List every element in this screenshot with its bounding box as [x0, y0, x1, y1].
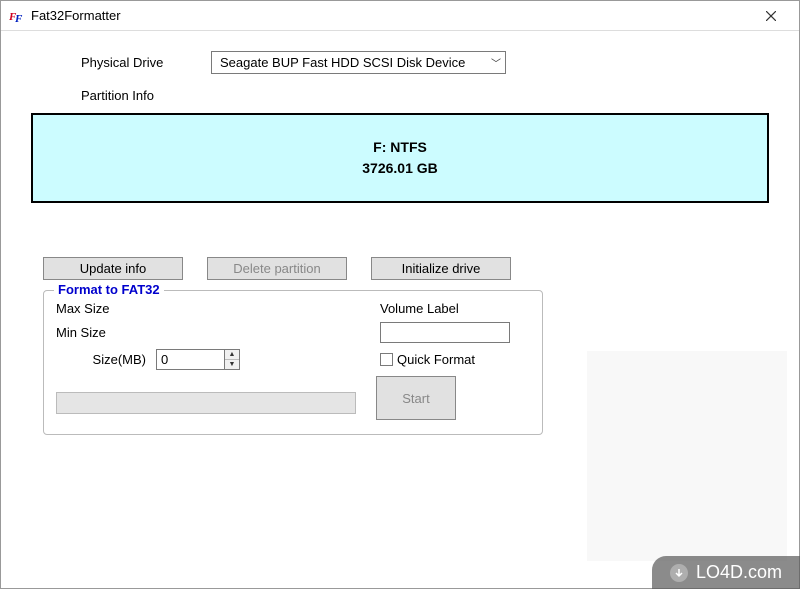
size-input[interactable] — [156, 349, 224, 370]
groupbox-title: Format to FAT32 — [54, 282, 164, 297]
chevron-down-icon: ﹀ — [491, 55, 501, 70]
volume-label-label: Volume Label — [380, 301, 530, 316]
physical-drive-label: Physical Drive — [81, 55, 211, 70]
window-title: Fat32Formatter — [31, 8, 751, 23]
dropdown-selected-text: Seagate BUP Fast HDD SCSI Disk Device — [220, 55, 483, 70]
group-grid: Max Size Volume Label Min Size Size(MB) … — [56, 301, 530, 370]
side-panel — [587, 351, 787, 561]
spinner-up-button[interactable]: ▲ — [225, 350, 239, 359]
size-label: Size(MB) — [56, 352, 156, 367]
spinner-buttons: ▲ ▼ — [224, 349, 240, 370]
physical-drive-row: Physical Drive Seagate BUP Fast HDD SCSI… — [31, 51, 769, 74]
quick-format-label: Quick Format — [397, 352, 475, 367]
quick-format-wrap[interactable]: Quick Format — [380, 352, 530, 367]
format-groupbox: Format to FAT32 Max Size Volume Label Mi… — [43, 290, 543, 435]
partition-size: 3726.01 GB — [362, 158, 438, 179]
content-area: Physical Drive Seagate BUP Fast HDD SCSI… — [1, 31, 799, 588]
button-row: Update info Delete partition Initialize … — [43, 257, 769, 280]
partition-name: F: NTFS — [373, 137, 427, 158]
spinner-down-button[interactable]: ▼ — [225, 359, 239, 369]
svg-text:F: F — [14, 13, 23, 24]
size-spinner[interactable]: ▲ ▼ — [156, 349, 296, 370]
window-root: F F Fat32Formatter Physical Drive Seagat… — [0, 0, 800, 589]
watermark-text: LO4D.com — [696, 562, 782, 583]
progress-row: Start — [56, 386, 530, 420]
close-button[interactable] — [751, 1, 791, 30]
titlebar: F F Fat32Formatter — [1, 1, 799, 31]
close-icon — [766, 11, 776, 21]
download-icon — [670, 564, 688, 582]
update-info-button[interactable]: Update info — [43, 257, 183, 280]
app-icon: F F — [9, 8, 25, 24]
max-size-label: Max Size — [56, 301, 156, 316]
volume-label-input[interactable] — [380, 322, 510, 343]
min-size-label: Min Size — [56, 325, 156, 340]
progress-bar — [56, 392, 356, 414]
initialize-drive-button[interactable]: Initialize drive — [371, 257, 511, 280]
watermark: LO4D.com — [652, 556, 800, 589]
physical-drive-dropdown[interactable]: Seagate BUP Fast HDD SCSI Disk Device ﹀ — [211, 51, 506, 74]
partition-box[interactable]: F: NTFS 3726.01 GB — [31, 113, 769, 203]
quick-format-checkbox[interactable] — [380, 353, 393, 366]
partition-info-label: Partition Info — [81, 88, 769, 103]
delete-partition-button: Delete partition — [207, 257, 347, 280]
start-button: Start — [376, 376, 456, 420]
